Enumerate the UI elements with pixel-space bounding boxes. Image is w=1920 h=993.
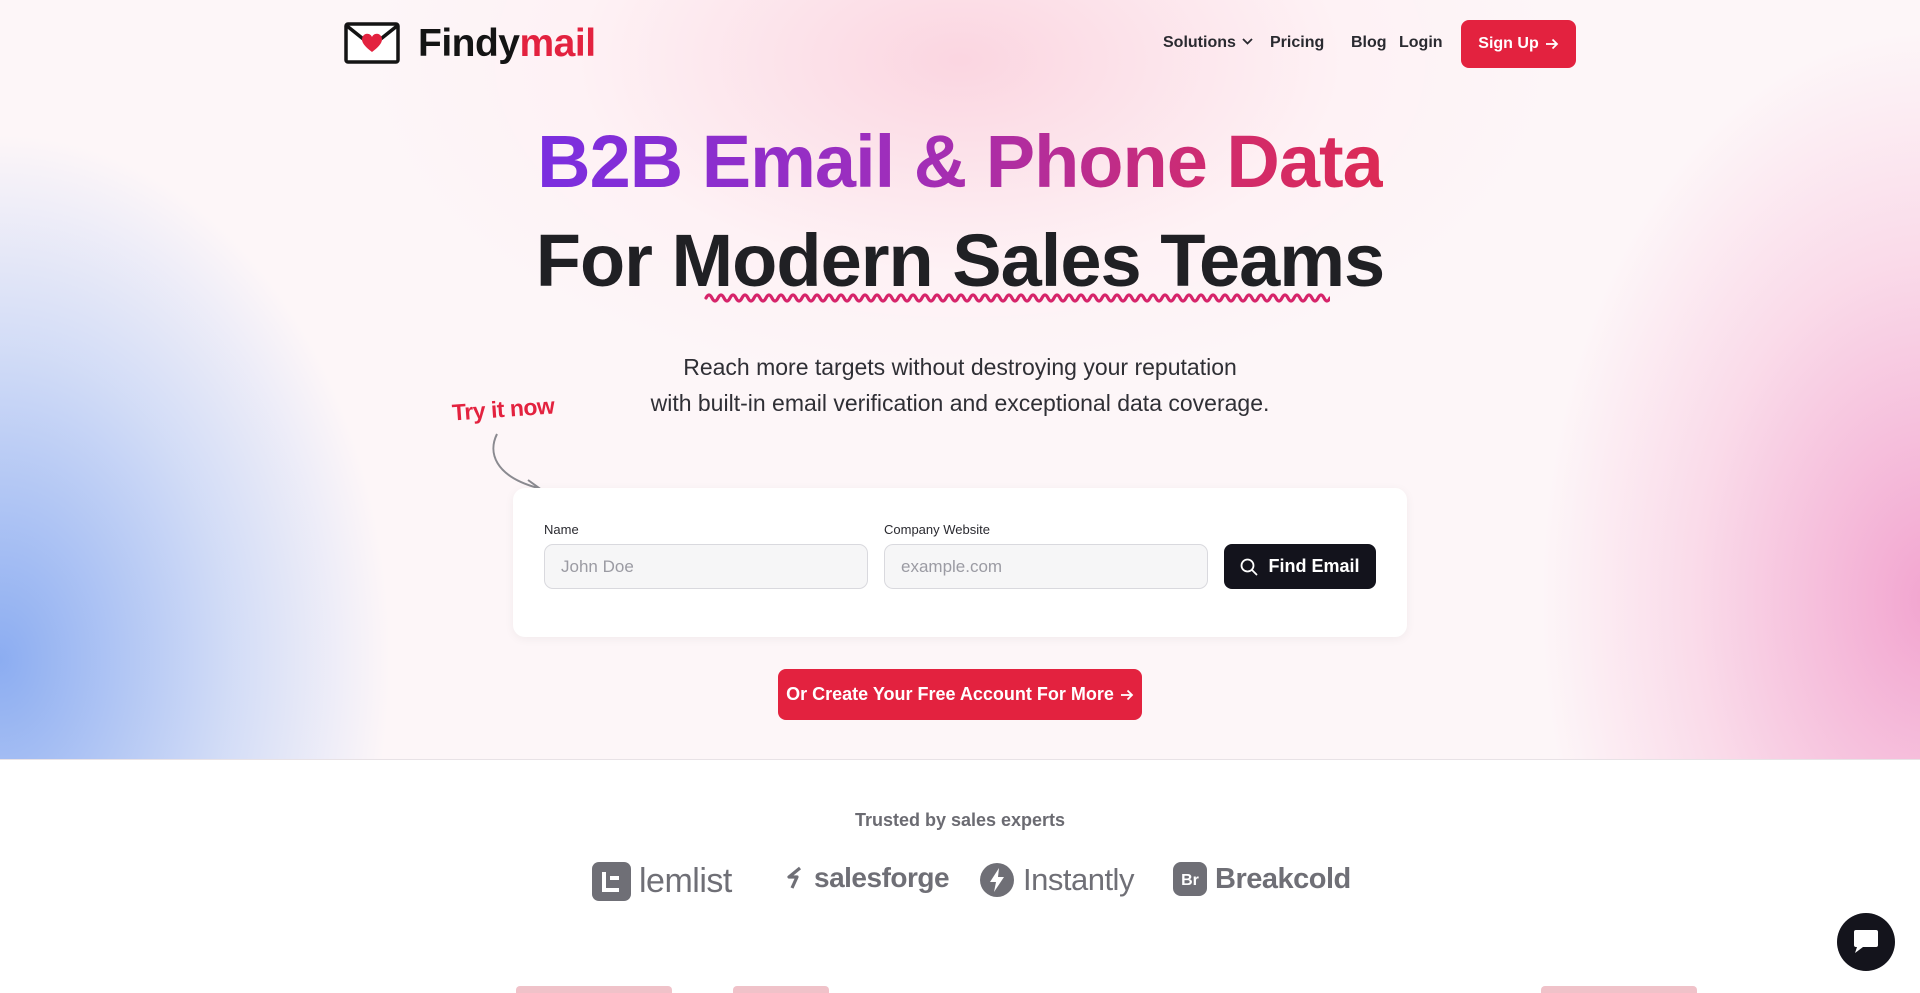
logo-lemlist-text: lemlist — [639, 862, 732, 900]
feature-card-peek — [733, 986, 829, 993]
top-navigation: Findymail Solutions Pricing Blog Login S… — [0, 0, 1920, 86]
chat-bubble-icon — [1854, 930, 1878, 953]
website-input-placeholder: example.com — [901, 556, 1003, 576]
logo-salesforge-text: salesforge — [814, 862, 950, 893]
wavy-underline — [704, 293, 1330, 303]
hero-subtitle-line1: Reach more targets without destroying yo… — [683, 354, 1237, 380]
nav-solutions[interactable]: Solutions — [1163, 34, 1253, 52]
name-input-placeholder: John Doe — [561, 556, 634, 576]
email-finder-card: Name John Doe Company Website example.co… — [513, 488, 1407, 637]
logo-instantly: Instantly — [979, 862, 1134, 898]
curved-arrow-icon — [492, 433, 541, 494]
feature-card-peek — [516, 986, 672, 993]
hero-subtitle-line2: with built-in email verification and exc… — [650, 390, 1270, 416]
hero-section: Findymail Solutions Pricing Blog Login S… — [0, 0, 1920, 760]
create-account-button[interactable]: Or Create Your Free Account For More — [778, 669, 1142, 720]
signup-button[interactable]: Sign Up — [1461, 20, 1576, 68]
nav-login[interactable]: Login — [1399, 34, 1443, 52]
nav-blog[interactable]: Blog — [1351, 34, 1387, 52]
logo-breakcold-text: Breakcold — [1215, 862, 1351, 895]
logo-lemlist: lemlist — [592, 862, 732, 901]
logo-breakcold: Br Breakcold — [1173, 862, 1351, 896]
arrow-right-icon — [1120, 689, 1134, 700]
find-email-label: Find Email — [1268, 556, 1360, 576]
lightning-bolt-icon — [980, 863, 1014, 897]
website-field-label: Company Website — [884, 522, 990, 537]
find-email-button[interactable]: Find Email — [1224, 544, 1376, 589]
chevron-down-icon — [1242, 38, 1253, 45]
arrow-right-icon — [1545, 38, 1558, 50]
chat-widget-button[interactable] — [1837, 913, 1895, 971]
brand-logo[interactable]: Findymail — [344, 22, 596, 64]
search-icon — [1241, 558, 1258, 575]
feature-card-peek — [1541, 986, 1697, 993]
headline-primary: B2B Email & Phone Data — [537, 120, 1384, 203]
lemlist-logo-icon — [592, 862, 631, 901]
name-input[interactable]: John Doe — [544, 544, 868, 589]
brand-name: Findymail — [418, 21, 596, 65]
logo-salesforge: salesforge — [786, 862, 950, 894]
company-website-input[interactable]: example.com — [884, 544, 1208, 589]
trusted-by-heading: Trusted by sales experts — [854, 810, 1066, 830]
breakcold-logo-icon: Br — [1173, 862, 1207, 896]
signup-label: Sign Up — [1478, 35, 1539, 52]
name-field-label: Name — [544, 522, 579, 537]
try-it-now-label: Try it now — [451, 392, 556, 426]
envelope-heart-icon — [344, 22, 400, 64]
logo-instantly-text: Instantly — [1023, 862, 1134, 897]
create-account-label: Or Create Your Free Account For More — [786, 684, 1114, 704]
nav-solutions-label: Solutions — [1163, 34, 1236, 51]
svg-text:Br: Br — [1181, 872, 1199, 889]
nav-pricing[interactable]: Pricing — [1270, 34, 1324, 52]
salesforge-logo-icon — [787, 866, 802, 889]
headline-secondary: For Modern Sales Teams — [535, 219, 1385, 302]
